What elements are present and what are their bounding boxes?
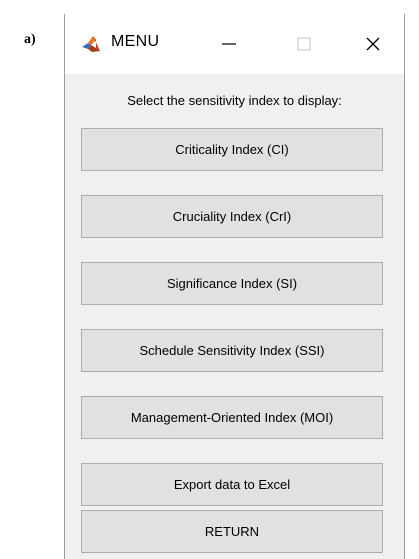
window-title: MENU (111, 33, 160, 50)
return-button[interactable]: RETURN (81, 510, 383, 553)
schedule-sensitivity-index-button[interactable]: Schedule Sensitivity Index (SSI) (81, 329, 383, 372)
close-icon (366, 37, 380, 51)
maximize-icon (297, 37, 311, 51)
minimize-icon (222, 43, 236, 45)
export-excel-button[interactable]: Export data to Excel (81, 463, 383, 506)
significance-index-button[interactable]: Significance Index (SI) (81, 262, 383, 305)
minimize-button[interactable] (209, 28, 249, 60)
menu-window: MENU Select the sensitivity index to dis… (64, 14, 405, 559)
panel-label: a) (24, 32, 36, 47)
criticality-index-button[interactable]: Criticality Index (CI) (81, 128, 383, 171)
matlab-icon (81, 34, 101, 54)
close-button[interactable] (353, 28, 393, 60)
cruciality-index-button[interactable]: Cruciality Index (CrI) (81, 195, 383, 238)
title-bar[interactable]: MENU (65, 14, 404, 74)
maximize-button[interactable] (284, 28, 324, 60)
prompt-label: Select the sensitivity index to display: (127, 93, 342, 108)
management-oriented-index-button[interactable]: Management-Oriented Index (MOI) (81, 396, 383, 439)
